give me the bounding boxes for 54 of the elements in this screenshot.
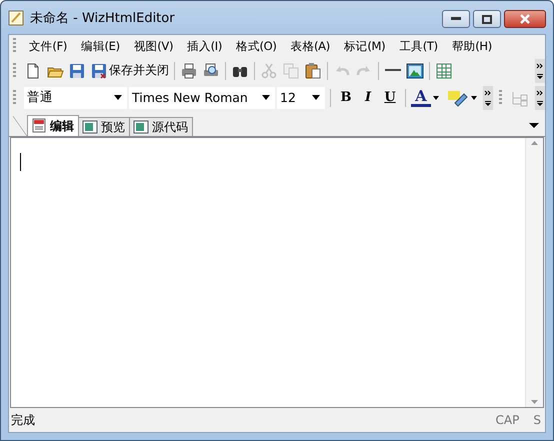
notepad-icon — [8, 10, 24, 26]
tab[interactable]: 源代码 — [129, 117, 193, 136]
document-icon — [31, 118, 47, 134]
menu-item[interactable]: 帮助(H) — [444, 38, 499, 54]
save-close-button[interactable]: 保存并关闭 — [88, 60, 171, 82]
clipboard-icon — [304, 62, 322, 80]
menu-item[interactable]: 标记(M) — [336, 38, 392, 54]
style-dropdown[interactable]: 普通 — [24, 86, 127, 108]
minimize-icon — [451, 17, 461, 21]
scissors-icon — [260, 62, 278, 80]
scrollbar[interactable] — [525, 138, 543, 407]
grip-handle[interactable] — [13, 38, 16, 54]
font-dropdown[interactable]: Times New Roman — [129, 86, 275, 108]
menu-item[interactable]: 格式(O) — [229, 38, 284, 54]
font-size-dropdown[interactable]: 12 — [277, 86, 325, 108]
status-message: 完成 — [11, 412, 35, 428]
grip-handle[interactable] — [13, 62, 16, 78]
grip-handle[interactable] — [498, 90, 502, 106]
menu-item[interactable]: 插入(I) — [180, 38, 230, 54]
minimize-button[interactable] — [442, 10, 470, 28]
italic-button[interactable]: I — [358, 86, 378, 108]
menu-item[interactable]: 视图(V) — [126, 38, 180, 54]
window-icon — [133, 120, 149, 134]
toolbar-overflow-button[interactable] — [535, 58, 545, 82]
horizontal-line-icon — [384, 69, 402, 72]
toolbar-overflow-button[interactable] — [535, 86, 545, 110]
menu-item[interactable]: 工具(T) — [392, 38, 445, 54]
menu-item[interactable]: 表格(A) — [284, 38, 337, 54]
window-title: 未命名 - WizHtmlEditor — [30, 10, 175, 26]
status-indicator: CAP — [494, 413, 520, 427]
caret-icon[interactable] — [529, 123, 539, 128]
window-icon — [82, 120, 98, 134]
status-indicator: S — [532, 413, 542, 427]
menu-item[interactable]: 编辑(E) — [74, 38, 127, 54]
close-button[interactable] — [504, 10, 546, 28]
text-cursor — [20, 153, 21, 171]
close-icon — [519, 14, 531, 24]
toolbar-overflow-button[interactable] — [482, 86, 492, 110]
bold-button[interactable]: B — [336, 86, 356, 108]
table-icon — [435, 62, 453, 80]
picture-icon — [406, 62, 424, 80]
maximize-button[interactable] — [473, 10, 501, 28]
caret-icon — [471, 96, 477, 100]
tab[interactable]: 预览 — [78, 117, 130, 136]
printer-icon — [180, 62, 198, 80]
copy-icon — [282, 62, 300, 80]
highlighter-icon[interactable] — [447, 88, 469, 106]
caret-icon — [433, 96, 439, 100]
font-color-button[interactable]: A — [411, 88, 431, 106]
maximize-icon — [482, 14, 492, 24]
tab[interactable]: 编辑 — [27, 115, 79, 136]
grip-handle[interactable] — [13, 90, 16, 106]
menu-item[interactable]: 文件(F) — [22, 38, 74, 54]
underline-button[interactable]: U — [380, 86, 400, 108]
